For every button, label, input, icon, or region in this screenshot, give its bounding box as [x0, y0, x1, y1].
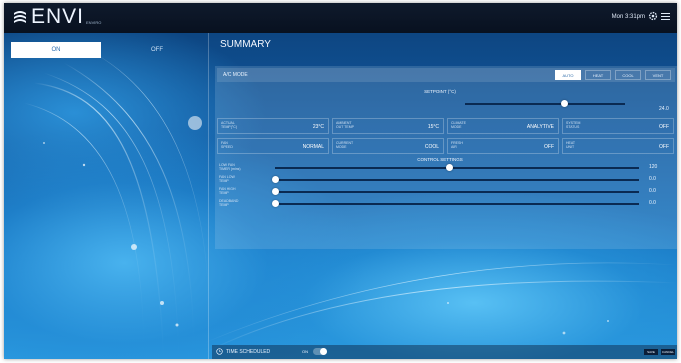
setpoint-title: SETPOINT (°C)	[424, 89, 456, 94]
fan-low-temp-thumb[interactable]	[271, 176, 279, 183]
cancel-button[interactable]: CANCEL	[661, 349, 675, 355]
status-value: OFF	[659, 144, 669, 150]
schedule-switch-label: ON	[302, 349, 308, 354]
fan-high-temp-value: 0.0	[649, 188, 656, 194]
mode-vent-button[interactable]: VENT	[645, 70, 671, 80]
status-label: ACTUAL TEMP(°C)	[221, 121, 237, 129]
power-panel: ON OFF	[4, 33, 209, 359]
power-on-button[interactable]: ON	[11, 42, 101, 58]
power-off-button[interactable]: OFF	[112, 42, 202, 58]
status-ambient-temp: AMBIENT OUT TEMP 15°C	[332, 118, 444, 134]
logo-mark-icon	[14, 11, 26, 23]
menu-icon[interactable]	[661, 13, 670, 20]
deadband-temp-track[interactable]	[275, 203, 639, 205]
bottom-bar: TIME SCHEDULED ON SAVE CANCEL	[212, 345, 677, 359]
logo-text: ENVI	[31, 5, 85, 28]
schedule-toggle[interactable]	[313, 348, 327, 355]
settings-gear-icon[interactable]	[648, 11, 658, 21]
low-fan-timer-value: 120	[649, 164, 658, 170]
low-fan-timer-track[interactable]	[275, 167, 639, 169]
status-label: CURRENT MODE	[336, 141, 354, 149]
setpoint-slider-track[interactable]	[465, 103, 625, 105]
slider-label: FAN HIGH TEMP	[219, 187, 236, 195]
power-toggle: ON OFF	[4, 39, 208, 61]
status-actual-temp: ACTUAL TEMP(°C) 23°C	[217, 118, 329, 134]
status-value: ANALYTIVE	[526, 124, 554, 130]
deadband-temp-value: 0.0	[649, 200, 656, 206]
mode-heat-button[interactable]: HEAT	[585, 70, 611, 80]
control-settings-title: CONTROL SETTINGS	[417, 157, 463, 162]
status-current-mode: CURRENT MODE COOL	[332, 138, 444, 154]
status-fan-speed: FAN SPEED NORMAL	[217, 138, 329, 154]
fan-low-temp-value: 0.0	[649, 176, 656, 182]
slider-label: LOW FAN TIMER (mins)	[219, 163, 241, 171]
status-heat-unit: HEAT UNIT OFF	[562, 138, 674, 154]
clock-icon	[216, 348, 223, 355]
status-label: FRESH AIR	[451, 141, 463, 149]
status-value: 15°C	[427, 124, 439, 130]
mode-cool-button[interactable]: COOL	[615, 70, 641, 80]
status-value: NORMAL	[302, 144, 324, 150]
summary-panel: A/C MODE AUTO HEAT COOL VENT SETPOINT (°…	[215, 66, 677, 249]
low-fan-timer-thumb[interactable]	[446, 164, 454, 171]
ac-mode-row: A/C MODE AUTO HEAT COOL VENT	[217, 68, 675, 82]
top-bar: ENVI ENVIRO Mon 3:31pm	[4, 3, 677, 33]
app-logo: ENVI ENVIRO	[12, 6, 101, 28]
deadband-temp-thumb[interactable]	[271, 200, 279, 207]
fan-low-temp-track[interactable]	[275, 179, 639, 181]
ac-mode-label: A/C MODE	[223, 72, 248, 78]
status-label: CLIMATE MODE	[451, 121, 466, 129]
status-fresh-air: FRESH AIR OFF	[447, 138, 559, 154]
logo-subtext: ENVIRO	[86, 20, 102, 25]
status-system: SYSTEM STATUS OFF	[562, 118, 674, 134]
setpoint-slider-thumb[interactable]	[560, 100, 568, 107]
status-label: SYSTEM STATUS	[566, 121, 581, 129]
status-value: OFF	[544, 144, 554, 150]
slider-label: FAN LOW TEMP	[219, 175, 235, 183]
fan-high-temp-thumb[interactable]	[271, 188, 279, 195]
fan-high-temp-track[interactable]	[275, 191, 639, 193]
slider-label: DEADBAND TEMP	[219, 199, 239, 207]
page-title: SUMMARY	[220, 39, 271, 50]
time-scheduled-label: TIME SCHEDULED	[226, 349, 271, 355]
status-label: HEAT UNIT	[566, 141, 576, 149]
mode-auto-button[interactable]: AUTO	[555, 70, 581, 80]
status-value: COOL	[424, 144, 439, 150]
app-window: ENVI ENVIRO Mon 3:31pm ON OFF SUMMARY A/…	[4, 3, 677, 359]
date-time-display: Mon 3:31pm	[611, 14, 645, 20]
setpoint-value: 24.0	[659, 106, 669, 112]
status-label: AMBIENT OUT TEMP	[336, 121, 354, 129]
status-climate-mode: CLIMATE MODE ANALYTIVE	[447, 118, 559, 134]
status-value: OFF	[659, 124, 669, 130]
status-value: 23°C	[312, 124, 324, 130]
status-label: FAN SPEED	[221, 141, 233, 149]
save-button[interactable]: SAVE	[644, 349, 658, 355]
